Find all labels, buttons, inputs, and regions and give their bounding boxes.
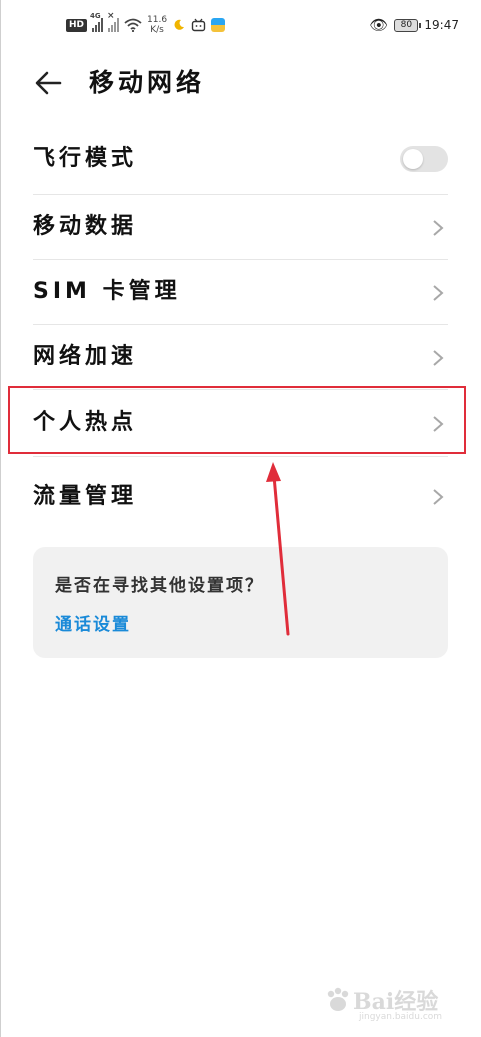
settings-list: 飞行模式 移动数据 SIM 卡管理 网络加速 个人热点 流量管理 <box>33 124 448 537</box>
left-edge-line <box>0 0 1 1037</box>
back-arrow-icon[interactable] <box>32 66 66 100</box>
page-title: 移动网络 <box>89 68 206 97</box>
net-speed-unit: K/s <box>150 25 164 35</box>
battery-icon: 80 <box>394 18 422 32</box>
paw-icon <box>327 987 349 1011</box>
gallery-app-icon <box>211 18 226 32</box>
row-label: 网络加速 <box>33 344 138 369</box>
page-header: 移动网络 <box>0 50 481 116</box>
chevron-right-icon <box>433 220 444 236</box>
status-time: 19:47 <box>424 18 459 32</box>
chevron-right-icon <box>433 489 444 505</box>
row-network-acceleration[interactable]: 网络加速 <box>33 325 448 390</box>
baidu-watermark-logo: Bai经验 jingyan.baidu.com <box>323 980 453 1030</box>
row-mobile-data[interactable]: 移动数据 <box>33 195 448 260</box>
row-label: SIM 卡管理 <box>33 279 181 304</box>
status-right-icons: 👁 80 19:47 <box>369 12 459 38</box>
row-label: 飞行模式 <box>33 146 138 171</box>
suggestion-card: 是否在寻找其他设置项？ 通话设置 <box>33 547 448 658</box>
row-label: 流量管理 <box>33 484 138 509</box>
weather-icon <box>174 19 185 30</box>
signal-type-label: 4G <box>90 12 101 20</box>
net-speed: 11.6 K/s <box>147 15 167 35</box>
row-label: 移动数据 <box>33 214 138 239</box>
status-bar: HD 4G × 11.6 K/s 👁 80 19:47 <box>0 0 481 50</box>
net-speed-value: 11.6 <box>147 15 168 25</box>
toggle-knob <box>403 149 423 169</box>
bilibili-icon <box>191 18 206 32</box>
row-sim-management[interactable]: SIM 卡管理 <box>33 260 448 325</box>
annotation-highlight-box <box>8 386 466 454</box>
wifi-icon <box>124 18 142 32</box>
row-airplane-mode[interactable]: 飞行模式 <box>33 124 448 195</box>
chevron-right-icon <box>433 350 444 366</box>
signal-no-sim-icon: × <box>107 11 120 32</box>
suggestion-question: 是否在寻找其他设置项？ <box>55 576 264 596</box>
chevron-right-icon <box>433 285 444 301</box>
airplane-mode-toggle[interactable] <box>400 146 448 172</box>
call-settings-link[interactable]: 通话设置 <box>55 610 131 635</box>
hd-icon: HD <box>66 18 88 32</box>
signal-4g-icon: 4G <box>90 12 104 32</box>
status-left-icons: HD 4G × 11.6 K/s <box>66 11 226 38</box>
row-data-usage[interactable]: 流量管理 <box>33 457 448 537</box>
eye-comfort-icon: 👁 <box>369 16 389 34</box>
